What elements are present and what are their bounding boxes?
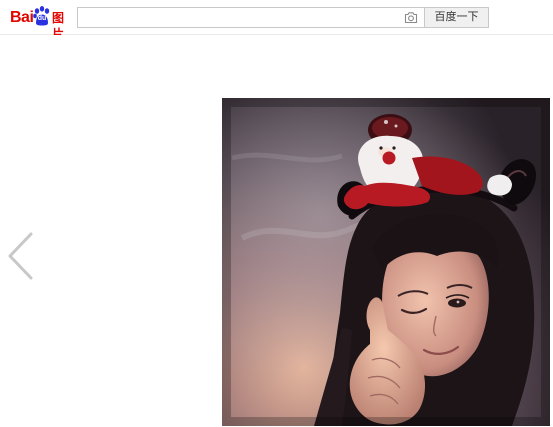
photo-illustration [222,98,550,426]
search-input[interactable] [78,8,398,27]
search-button[interactable]: 百度一下 [424,7,489,28]
image-viewer [0,35,553,427]
baidu-image-logo[interactable]: Bai du 图片 [10,6,74,41]
camera-icon[interactable] [404,11,418,24]
chevron-left-icon[interactable] [4,231,38,281]
top-bar: Bai du 图片 百度一下 [0,0,553,41]
logo-paw-text: du [37,15,47,22]
logo-brand-text: Bai [10,9,34,26]
search-box [77,7,424,28]
main-photo[interactable] [222,98,550,426]
